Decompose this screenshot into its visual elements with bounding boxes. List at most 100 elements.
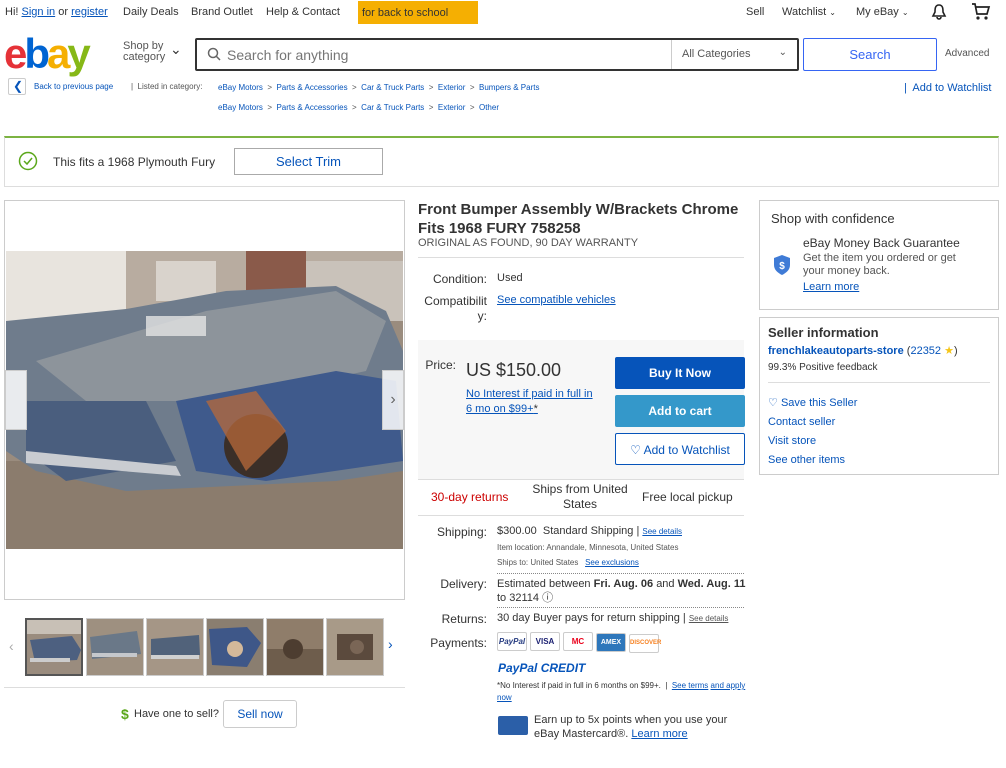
bell-icon[interactable] (930, 3, 948, 24)
signin-link[interactable]: Sign in (22, 6, 56, 18)
payments-label: Payments: (430, 636, 487, 650)
confidence-learn-more-link[interactable]: Learn more (803, 281, 859, 293)
returns-info: 30 day Buyer pays for return shipping | … (497, 612, 729, 624)
dollar-icon: $ (121, 706, 129, 722)
add-to-cart-button[interactable]: Add to cart (615, 395, 745, 427)
breadcrumb-item[interactable]: Parts & Accessories (276, 83, 347, 92)
thumbs-next-icon[interactable]: › (388, 636, 393, 652)
returns-details-link[interactable]: See details (689, 614, 729, 623)
next-image-button[interactable]: › (382, 370, 404, 430)
shipping-label: Shipping: (436, 525, 487, 539)
price-value: US $150.00 (466, 360, 562, 380)
register-link[interactable]: register (71, 6, 108, 18)
feedback-count-link[interactable]: 22352 (910, 345, 941, 357)
buy-it-now-button[interactable]: Buy It Now (615, 357, 745, 389)
financing-link[interactable]: No Interest if paid in full in 6 mo on $9… (466, 387, 593, 417)
ebay-logo[interactable]: ebay (4, 33, 91, 75)
star-icon: ★ (944, 345, 954, 357)
daily-deals-link[interactable]: Daily Deals (123, 6, 179, 18)
divider (497, 573, 744, 574)
cart-icon[interactable] (971, 2, 991, 24)
shop-by-category[interactable]: Shop by category ⌄ (123, 41, 182, 63)
breadcrumb-item[interactable]: eBay Motors (218, 83, 263, 92)
sell-now-button[interactable]: Sell now (223, 700, 297, 728)
thumbnail[interactable] (206, 618, 264, 676)
see-terms-link[interactable]: See terms (672, 681, 708, 690)
contact-seller-link[interactable]: Contact seller (768, 416, 835, 428)
breadcrumb-item[interactable]: Parts & Accessories (276, 103, 347, 112)
save-seller-link[interactable]: ♡ Save this Seller (768, 396, 857, 409)
chevron-left-icon: ❮ (13, 79, 24, 93)
thumbs-prev-icon[interactable]: ‹ (9, 638, 14, 654)
promo-banner[interactable]: for back to school (358, 1, 478, 24)
chevron-down-icon: ⌄ (901, 8, 909, 17)
help-contact-link[interactable]: Help & Contact (266, 6, 340, 18)
breadcrumb: eBay Motors > Parts & Accessories > Car … (218, 83, 540, 92)
search-bar: All Categories⌄ (195, 38, 799, 71)
breadcrumb-item[interactable]: Car & Truck Parts (361, 83, 424, 92)
seller-name-link[interactable]: frenchlakeautoparts-store (768, 345, 904, 357)
add-to-watchlist-button[interactable]: ♡ Add to Watchlist (615, 433, 745, 465)
watchlist-menu[interactable]: Watchlist ⌄ (782, 6, 836, 18)
divider (418, 515, 744, 516)
money-back-guarantee: eBay Money Back Guarantee (803, 236, 960, 250)
search-button[interactable]: Search (803, 38, 937, 71)
chevron-down-icon: ⌄ (170, 41, 182, 57)
breadcrumb-item[interactable]: Exterior (438, 103, 466, 112)
info-icon[interactable]: ⓘ (542, 592, 553, 604)
top-nav: Hi! Sign in or register Daily Deals Bran… (0, 0, 1006, 24)
listing-title: Front Bumper Assembly W/Brackets Chrome … (418, 201, 739, 237)
advanced-search-link[interactable]: Advanced (945, 48, 989, 59)
visit-store-link[interactable]: Visit store (768, 435, 816, 447)
breadcrumb-item[interactable]: Exterior (438, 83, 466, 92)
visa-icon: VISA (530, 632, 560, 651)
chevron-down-icon: ⌄ (778, 47, 787, 58)
breadcrumb-item[interactable]: eBay Motors (218, 103, 263, 112)
main-product-image[interactable] (6, 251, 403, 549)
thumbnail[interactable] (25, 618, 83, 676)
compatible-vehicles-link[interactable]: See compatible vehicles (497, 294, 616, 306)
add-to-watchlist-link[interactable]: | Add to Watchlist (904, 82, 991, 94)
category-select[interactable]: All Categories ⌄ (671, 40, 797, 69)
shipping-details-link[interactable]: See details (642, 527, 682, 536)
shipping-info: $300.00 Standard Shipping | See details (497, 525, 682, 537)
paypal-credit-logo: PayPal CREDIT (498, 661, 586, 675)
mastercard-card-icon (498, 716, 528, 735)
breadcrumb-item[interactable]: Other (479, 103, 499, 112)
thumbnail[interactable] (86, 618, 144, 676)
back-to-previous-link[interactable]: Back to previous page (34, 82, 113, 91)
amex-icon: AMEX (596, 633, 626, 652)
discover-icon: DISCOVER (629, 634, 661, 653)
learn-more-link[interactable]: Learn more (631, 728, 687, 740)
ships-from-badge: Ships from United States (532, 482, 628, 511)
select-trim-button[interactable]: Select Trim (234, 148, 383, 175)
thumbnail[interactable] (326, 618, 384, 676)
prev-image-button[interactable] (5, 370, 27, 430)
see-other-items-link[interactable]: See other items (768, 454, 845, 466)
thumbnail[interactable] (266, 618, 324, 676)
see-exclusions-link[interactable]: See exclusions (585, 558, 639, 567)
back-button[interactable]: ❮ (8, 78, 26, 95)
credit-note: *No Interest if paid in full in 6 months… (497, 681, 746, 702)
seller-name: frenchlakeautoparts-store (22352 ★) (768, 345, 958, 357)
myebay-menu[interactable]: My eBay ⌄ (856, 6, 909, 18)
compatibility-label: Compatibilit y: (424, 294, 487, 323)
condition-label: Condition: (432, 272, 487, 286)
sell-link[interactable]: Sell (746, 6, 764, 18)
breadcrumb-item[interactable]: Bumpers & Parts (479, 83, 539, 92)
brand-outlet-link[interactable]: Brand Outlet (191, 6, 253, 18)
confidence-title: Shop with confidence (771, 211, 895, 226)
fitment-text: This fits a 1968 Plymouth Fury (53, 155, 216, 169)
divider (418, 479, 744, 480)
returns-label: Returns: (441, 612, 487, 626)
chevron-right-icon: › (390, 391, 396, 408)
heart-icon: ♡ (630, 443, 641, 457)
thumbnail[interactable] (146, 618, 204, 676)
breadcrumb: eBay Motors > Parts & Accessories > Car … (218, 103, 499, 112)
heart-icon: ♡ (768, 397, 778, 409)
sell-prompt: Have one to sell? (134, 708, 219, 720)
returns-badge: 30-day returns (431, 490, 509, 504)
breadcrumb-item[interactable]: Car & Truck Parts (361, 103, 424, 112)
search-input[interactable] (227, 45, 657, 65)
local-pickup-badge: Free local pickup (642, 490, 733, 504)
